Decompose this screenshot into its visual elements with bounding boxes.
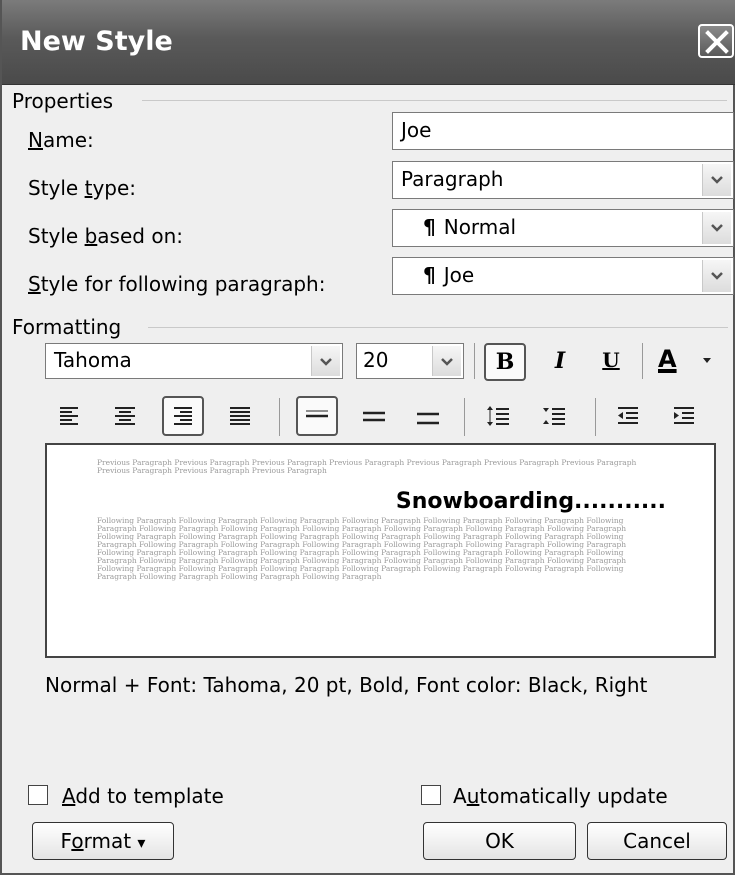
close-icon bbox=[705, 30, 729, 54]
decrease-indent-icon bbox=[618, 407, 638, 424]
name-label: Name: bbox=[28, 128, 94, 152]
formatting-group-label: Formatting bbox=[12, 315, 122, 339]
style-type-value: Paragraph bbox=[401, 167, 504, 191]
decrease-spacing-icon bbox=[543, 408, 565, 425]
single-spacing-button[interactable] bbox=[296, 396, 338, 436]
paragraph-mark-icon: ¶ bbox=[423, 215, 436, 239]
following-paragraph-label: Style for following paragraph: bbox=[28, 272, 326, 296]
one-half-spacing-button[interactable] bbox=[356, 398, 392, 434]
font-size-value: 20 bbox=[363, 348, 389, 372]
style-type-dropdown-button[interactable] bbox=[702, 164, 731, 196]
dialog-title: New Style bbox=[20, 26, 173, 57]
font-size-dropdown-button[interactable] bbox=[432, 346, 461, 376]
properties-group-label: Properties bbox=[12, 89, 114, 113]
title-bar[interactable]: New Style bbox=[2, 0, 735, 85]
align-left-icon bbox=[60, 407, 78, 425]
cancel-button[interactable]: Cancel bbox=[587, 822, 727, 860]
space-before-button[interactable] bbox=[480, 398, 516, 434]
style-based-on-dropdown-button[interactable] bbox=[702, 212, 731, 244]
add-to-template-checkbox[interactable] bbox=[28, 785, 48, 805]
style-based-on-value: Normal bbox=[443, 215, 517, 239]
following-paragraph-select[interactable]: ¶ Joe bbox=[392, 257, 734, 295]
underline-icon: U bbox=[602, 348, 620, 372]
new-style-dialog: New Style Properties Name: Joe Style typ… bbox=[0, 0, 735, 875]
chevron-down-icon bbox=[711, 272, 723, 280]
previous-paragraph-text: Previous Paragraph Previous Paragraph Pr… bbox=[97, 459, 637, 475]
italic-icon: I bbox=[554, 348, 566, 374]
double-spacing-icon bbox=[417, 412, 439, 425]
align-left-button[interactable] bbox=[52, 398, 88, 434]
toolbar-separator bbox=[474, 343, 475, 379]
single-spacing-icon bbox=[306, 410, 328, 418]
justify-icon bbox=[230, 407, 250, 425]
italic-button[interactable]: I bbox=[542, 343, 578, 379]
close-button[interactable] bbox=[698, 24, 734, 58]
dropdown-arrow-icon bbox=[703, 358, 711, 363]
increase-spacing-icon bbox=[487, 406, 509, 426]
font-name-select[interactable]: Tahoma bbox=[45, 343, 343, 379]
properties-divider bbox=[142, 100, 727, 101]
style-based-on-select[interactable]: ¶ Normal bbox=[392, 209, 734, 247]
space-after-button[interactable] bbox=[536, 398, 572, 434]
align-center-button[interactable] bbox=[107, 398, 143, 434]
toolbar-separator bbox=[642, 343, 643, 379]
style-description: Normal + Font: Tahoma, 20 pt, Bold, Font… bbox=[45, 673, 648, 697]
underline-button[interactable]: U bbox=[593, 343, 629, 379]
format-button[interactable]: Format ▾ bbox=[32, 822, 174, 860]
chevron-down-icon bbox=[320, 358, 332, 366]
toolbar-separator bbox=[279, 398, 280, 436]
bold-button[interactable]: B bbox=[484, 343, 526, 381]
double-spacing-button[interactable] bbox=[410, 398, 446, 434]
font-color-icon: A bbox=[658, 345, 677, 373]
font-color-button[interactable]: A bbox=[652, 343, 720, 379]
bold-icon: B bbox=[495, 349, 515, 375]
ok-button[interactable]: OK bbox=[423, 822, 576, 860]
style-type-select[interactable]: Paragraph bbox=[392, 161, 734, 199]
align-center-icon bbox=[115, 407, 135, 425]
automatically-update-label[interactable]: Automatically update bbox=[453, 784, 668, 808]
style-type-label: Style type: bbox=[28, 176, 137, 200]
dropdown-arrow-icon: ▾ bbox=[137, 833, 146, 852]
increase-indent-button[interactable] bbox=[666, 398, 702, 434]
chevron-down-icon bbox=[711, 176, 723, 184]
following-paragraph-text: Following Paragraph Following Paragraph … bbox=[97, 517, 627, 581]
automatically-update-checkbox[interactable] bbox=[421, 785, 441, 805]
font-name-value: Tahoma bbox=[54, 348, 132, 372]
chevron-down-icon bbox=[711, 224, 723, 232]
following-paragraph-value: Joe bbox=[443, 263, 475, 287]
increase-indent-icon bbox=[674, 407, 694, 424]
name-input[interactable]: Joe bbox=[392, 112, 734, 150]
toolbar-separator bbox=[595, 398, 596, 436]
following-paragraph-dropdown-button[interactable] bbox=[702, 260, 731, 292]
align-right-icon bbox=[174, 407, 192, 425]
font-name-dropdown-button[interactable] bbox=[311, 346, 340, 376]
style-based-on-label: Style based on: bbox=[28, 224, 183, 248]
align-right-button[interactable] bbox=[162, 396, 204, 436]
justify-button[interactable] bbox=[222, 398, 258, 434]
one-half-spacing-icon bbox=[363, 411, 385, 422]
formatting-divider bbox=[148, 327, 728, 328]
sample-text: Snowboarding........... bbox=[395, 489, 666, 514]
paragraph-mark-icon: ¶ bbox=[423, 263, 436, 287]
toolbar-separator bbox=[464, 398, 465, 436]
font-size-select[interactable]: 20 bbox=[356, 343, 464, 379]
chevron-down-icon bbox=[441, 358, 453, 366]
style-preview-pane: Previous Paragraph Previous Paragraph Pr… bbox=[45, 443, 716, 658]
add-to-template-label[interactable]: Add to template bbox=[62, 784, 224, 808]
decrease-indent-button[interactable] bbox=[610, 398, 646, 434]
